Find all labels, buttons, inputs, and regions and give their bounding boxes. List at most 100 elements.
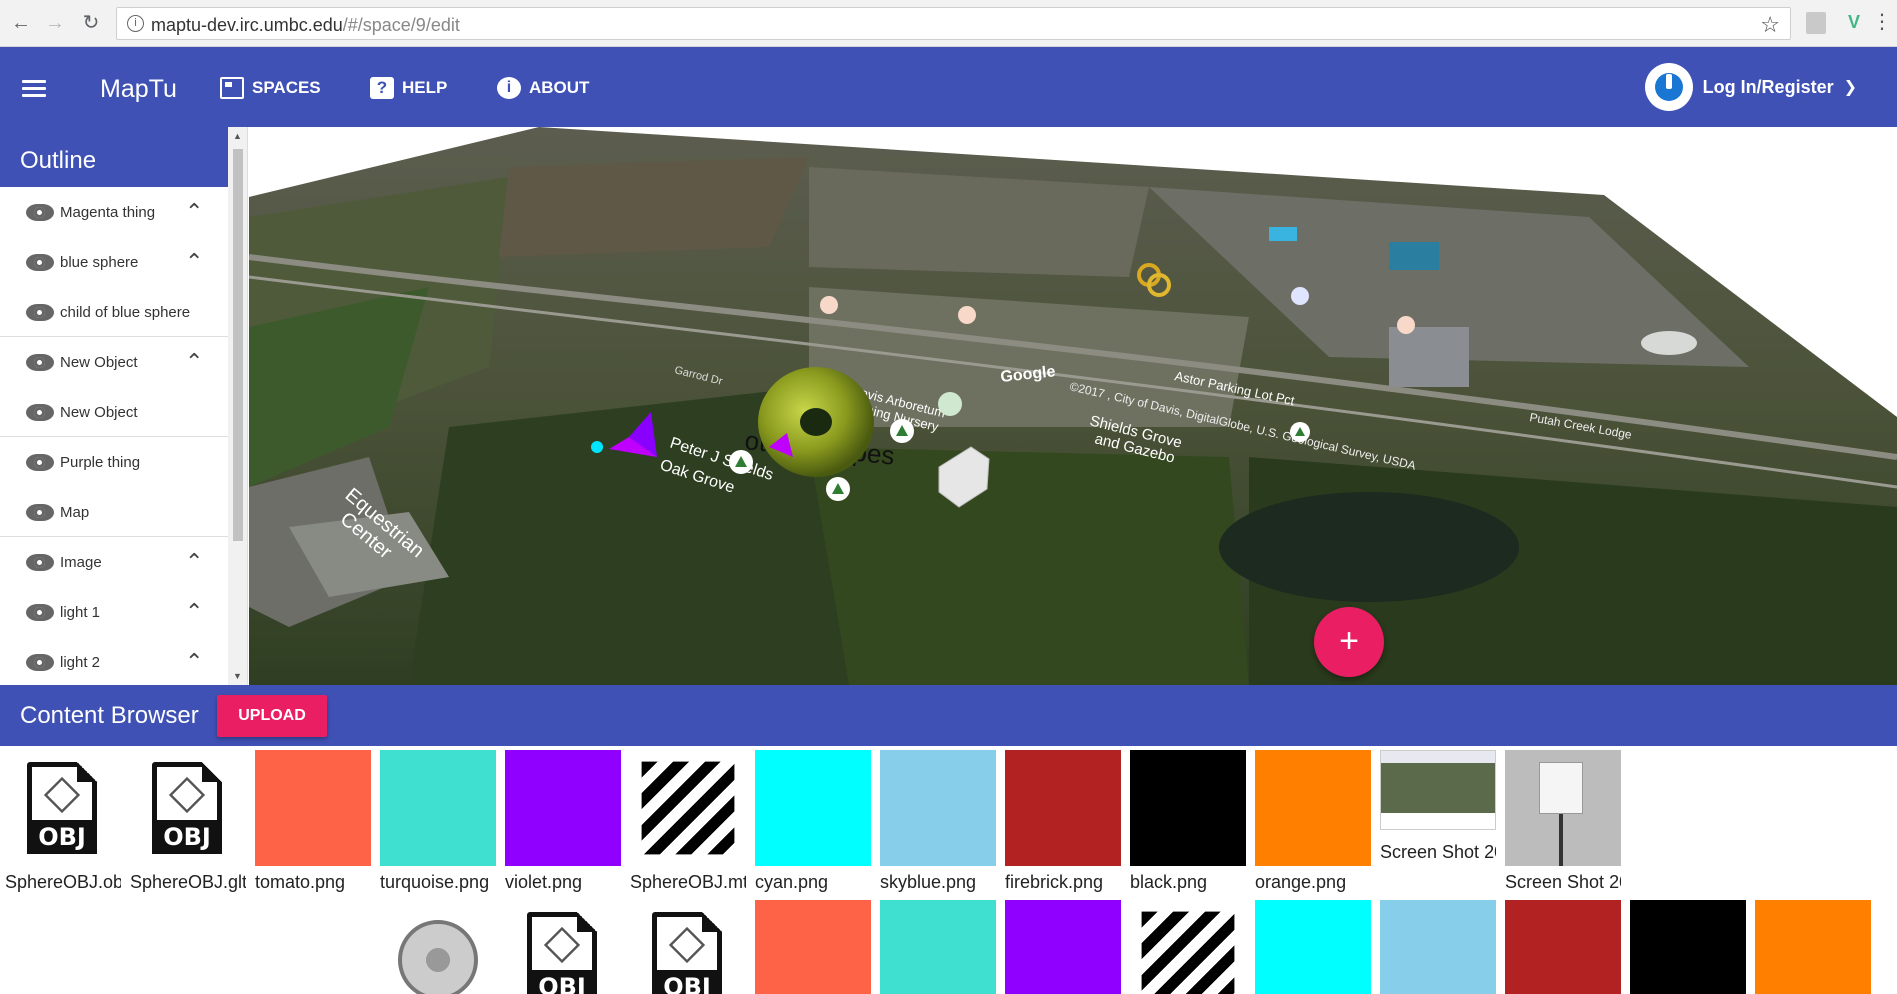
visibility-eye-icon[interactable] (26, 554, 54, 571)
outline-panel: Outline Magenta thing ⌃ blue sphere ⌃ child … (0, 127, 248, 685)
content-tile-name: turquoise.png (380, 872, 490, 892)
content-tile[interactable]: tomato.png (255, 750, 371, 893)
content-tile[interactable] (380, 900, 496, 994)
content-tile[interactable]: black.png (1130, 750, 1246, 893)
outline-item[interactable]: Map (0, 487, 228, 537)
login-register-button[interactable]: Log In/Register ❯ (1644, 63, 1857, 111)
info-icon: i (497, 77, 521, 99)
chevron-up-icon[interactable]: ⌃ (185, 349, 203, 375)
app-title[interactable]: MapTu (100, 75, 177, 104)
outline-item[interactable]: blue sphere ⌃ (0, 237, 228, 287)
visibility-eye-icon[interactable] (26, 654, 54, 671)
address-url[interactable]: maptu-dev.irc.umbc.edu/#/space/9/edit (151, 15, 460, 36)
upload-button[interactable]: UPLOAD (217, 695, 327, 737)
obj-file-icon: OBJ (152, 762, 222, 854)
outline-item[interactable]: New Object ⌃ (0, 337, 228, 387)
content-tile[interactable] (755, 900, 871, 994)
content-tile[interactable]: OBJ SphereOBJ.gltf (130, 750, 246, 893)
outline-item-label: light 2 (60, 654, 101, 671)
visibility-eye-icon[interactable] (26, 454, 54, 471)
outline-scrollbar[interactable]: ▲ ▼ (228, 127, 247, 685)
nav-spaces-label: SPACES (252, 78, 321, 97)
map-scene[interactable]: other shapes Equestrian Center Garrod Dr… (249, 127, 1897, 685)
content-tile[interactable]: orange.png (1255, 750, 1371, 893)
visibility-eye-icon[interactable] (26, 604, 54, 621)
content-tile[interactable] (1505, 900, 1621, 994)
url-path: /#/space/9/edit (342, 15, 460, 35)
content-tile[interactable]: skyblue.png (880, 750, 996, 893)
bookmark-star-icon[interactable]: ☆ (1760, 12, 1780, 38)
nav-about-button[interactable]: i ABOUT (497, 77, 589, 99)
visibility-eye-icon[interactable] (26, 254, 54, 271)
content-tile[interactable]: OBJ (630, 900, 746, 994)
outline-item-label: New Object (60, 354, 138, 371)
menu-icon[interactable] (22, 80, 46, 98)
browser-toolbar: ← → ↻ i maptu-dev.irc.umbc.edu/#/space/9… (0, 0, 1897, 47)
forward-icon[interactable]: → (44, 12, 66, 34)
content-tile[interactable]: OBJ SphereOBJ.obj (5, 750, 121, 893)
site-info-icon[interactable]: i (127, 15, 144, 32)
visibility-eye-icon[interactable] (26, 504, 54, 521)
content-tile[interactable]: SphereOBJ.mtl (630, 750, 746, 893)
film-reel-icon (398, 920, 478, 994)
vue-devtools-icon[interactable]: V (1848, 12, 1860, 33)
content-tile[interactable] (1130, 900, 1246, 994)
content-tile[interactable]: violet.png (505, 750, 621, 893)
outline-item[interactable]: light 1 ⌃ (0, 587, 228, 637)
scrollbar-thumb[interactable] (233, 149, 243, 541)
outline-item-label: Map (60, 504, 90, 521)
outline-item[interactable]: Magenta thing ⌃ (0, 187, 228, 237)
visibility-eye-icon[interactable] (26, 204, 54, 221)
outline-title: Outline (0, 127, 247, 187)
content-tile[interactable]: turquoise.png (380, 750, 496, 893)
browser-menu-icon[interactable]: ⋮ (1872, 10, 1892, 34)
extension-icon[interactable] (1806, 12, 1826, 34)
address-bar[interactable]: i maptu-dev.irc.umbc.edu/#/space/9/edit … (116, 7, 1791, 40)
add-object-fab[interactable]: + (1314, 607, 1384, 677)
chevron-up-icon[interactable]: ⌃ (185, 649, 203, 675)
scene-viewport[interactable]: other shapes Equestrian Center Garrod Dr… (249, 127, 1897, 685)
visibility-eye-icon[interactable] (26, 304, 54, 321)
content-tile[interactable]: Screen Shot 20 (1505, 750, 1621, 893)
content-tile-name: black.png (1130, 872, 1208, 892)
content-tile[interactable]: OBJ (505, 900, 621, 994)
chevron-up-icon[interactable]: ⌃ (185, 249, 203, 275)
content-tile[interactable]: Screen Shot 20 (1380, 750, 1496, 863)
content-tile[interactable]: cyan.png (755, 750, 871, 893)
nav-spaces-button[interactable]: SPACES (220, 77, 321, 99)
scroll-up-icon[interactable]: ▲ (233, 131, 242, 141)
outline-item-label: Purple thing (60, 454, 141, 471)
nav-help-label: HELP (402, 78, 448, 97)
content-tile[interactable] (1380, 900, 1496, 994)
visibility-eye-icon[interactable] (26, 404, 54, 421)
app-toolbar: MapTu SPACES ? HELP i ABOUT Log In/Regis… (0, 47, 1897, 127)
reload-icon[interactable]: ↻ (80, 12, 102, 34)
outline-item[interactable]: New Object (0, 387, 228, 437)
content-tile[interactable] (880, 900, 996, 994)
content-tile[interactable] (1255, 900, 1371, 994)
outline-list: Magenta thing ⌃ blue sphere ⌃ child of blue … (0, 187, 228, 685)
nav-about-label: ABOUT (529, 78, 590, 97)
back-icon[interactable]: ← (10, 12, 32, 34)
outline-item[interactable]: child of blue sphere (0, 287, 228, 337)
torus-object[interactable] (758, 367, 874, 477)
chevron-up-icon[interactable]: ⌃ (185, 549, 203, 575)
content-tile[interactable] (1630, 900, 1746, 994)
content-browser-header: Content Browser UPLOAD (0, 685, 1897, 746)
chevron-up-icon[interactable]: ⌃ (185, 199, 203, 225)
content-tile[interactable]: firebrick.png (1005, 750, 1121, 893)
scroll-down-icon[interactable]: ▼ (233, 671, 242, 681)
content-tile[interactable] (1005, 900, 1121, 994)
outline-item[interactable]: Purple thing (0, 437, 228, 487)
chevron-up-icon[interactable]: ⌃ (185, 599, 203, 625)
help-icon: ? (370, 77, 394, 99)
outline-item[interactable]: Image ⌃ (0, 537, 228, 587)
chevron-down-icon: ❯ (1843, 79, 1857, 96)
url-host: maptu-dev.irc.umbc.edu (151, 15, 343, 35)
spaces-icon (220, 77, 244, 99)
visibility-eye-icon[interactable] (26, 354, 54, 371)
nav-help-button[interactable]: ? HELP (370, 77, 447, 99)
content-tile[interactable] (1755, 900, 1871, 994)
outline-item[interactable]: light 2 ⌃ (0, 637, 228, 685)
obj-file-icon: OBJ (527, 912, 597, 994)
